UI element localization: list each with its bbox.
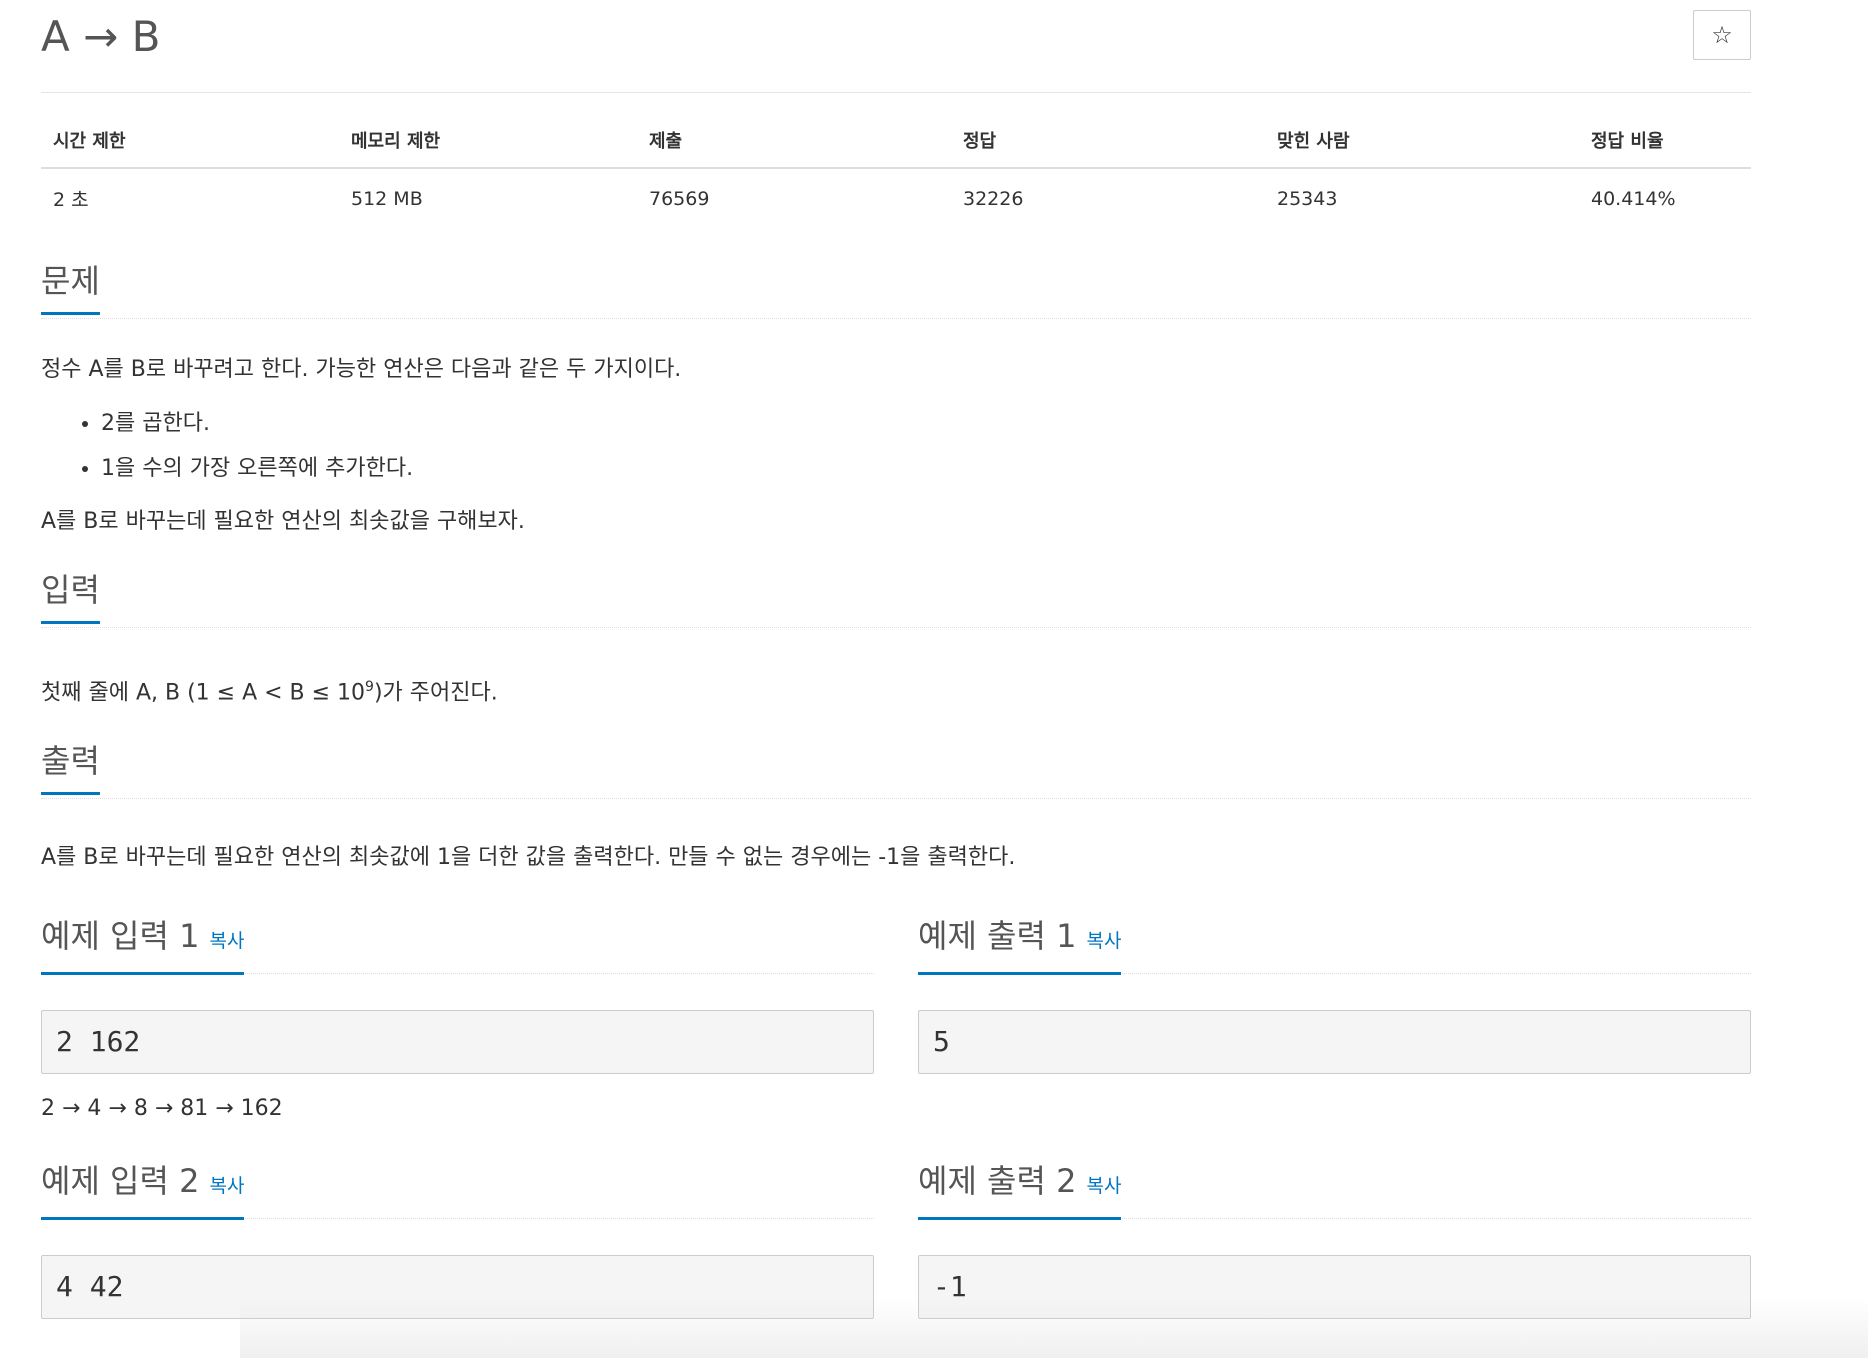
value-submissions: 76569 [649,187,710,210]
value-ratio: 40.414% [1591,187,1676,210]
value-solvers: 25343 [1277,187,1338,210]
copy-button[interactable]: 복사 [209,930,244,952]
input-description: 첫째 줄에 A, B (1 ≤ A < B ≤ 109)가 주어진다. [41,670,1751,710]
input-superscript: 9 [365,679,374,695]
sample-input-1-title: 예제 입력 1 [41,917,200,956]
copy-button[interactable]: 복사 [1086,930,1121,952]
sample-input-1-heading: 예제 입력 1 복사 [41,915,245,976]
description-outro: A를 B로 바꾸는데 필요한 연산의 최솟값을 구해보자. [41,509,525,534]
sample-output-2-box[interactable]: -1 [918,1255,1751,1320]
sample-output-2-title: 예제 출력 2 [918,1162,1077,1201]
copy-button[interactable]: 복사 [209,1175,244,1197]
sample-input-2-head: 예제 입력 2 복사 [41,1160,874,1221]
sample-output-1: 예제 출력 1 복사 5 [918,915,1751,1136]
sample-output-1-box[interactable]: 5 [918,1010,1751,1075]
list-item: 2를 곱한다. [101,401,1751,446]
copy-button[interactable]: 복사 [1086,1175,1121,1197]
sample-input-2-title: 예제 입력 2 [41,1162,200,1201]
sample-output-2-heading: 예제 출력 2 복사 [918,1160,1122,1221]
description-heading: 문제 [41,260,100,315]
star-button[interactable]: ☆ [1693,10,1751,60]
info-value-row: 2 초 512 MB 76569 32226 25343 40.414% [41,168,1751,212]
header-accepted: 정답 [951,127,1265,169]
description-body: 정수 A를 B로 바꾸려고 한다. 가능한 연산은 다음과 같은 두 가지이다.… [41,353,1751,539]
title-row: A → B ☆ [41,0,1751,93]
page-title: A → B [41,12,161,61]
header-time-limit: 시간 제한 [41,127,339,169]
input-text-after: )가 주어진다. [373,680,498,706]
sample-output-2: 예제 출력 2 복사 -1 [918,1160,1751,1320]
sample-input-2: 예제 입력 2 복사 4 42 [41,1160,874,1320]
sample-input-1-box[interactable]: 2 162 [41,1010,874,1075]
sample-output-2-head: 예제 출력 2 복사 [918,1160,1751,1221]
output-heading: 출력 [41,740,100,796]
description-section-head: 문제 [41,260,1751,319]
samples-row-1: 예제 입력 1 복사 2 162 2 → 4 → 8 → 81 → 162 예제 … [41,915,1751,1136]
problem-content: A → B ☆ 시간 제한 메모리 제한 제출 정답 맞힌 사람 정답 비율 2… [41,0,1751,1320]
value-memory-limit: 512 MB [351,187,423,210]
description-intro: 정수 A를 B로 바꾸려고 한다. 가능한 연산은 다음과 같은 두 가지이다. [41,357,682,382]
value-accepted: 32226 [963,187,1024,210]
samples-row-2: 예제 입력 2 복사 4 42 예제 출력 2 복사 -1 [41,1160,1751,1320]
sample-note-1: 2 → 4 → 8 → 81 → 162 [41,1096,283,1122]
header-ratio: 정답 비율 [1579,127,1751,169]
output-body: A를 B로 바꾸는데 필요한 연산의 최솟값에 1을 더한 값을 출력한다. 만… [41,841,1751,875]
sample-output-1-title: 예제 출력 1 [918,917,1077,956]
list-item: 1을 수의 가장 오른쪽에 추가한다. [101,446,1751,491]
input-section-head: 입력 [41,569,1751,628]
problem-page: A → B ☆ 시간 제한 메모리 제한 제출 정답 맞힌 사람 정답 비율 2… [0,0,1868,1358]
star-icon: ☆ [1711,21,1733,49]
value-time-limit: 2 초 [53,189,89,211]
info-header-row: 시간 제한 메모리 제한 제출 정답 맞힌 사람 정답 비율 [41,127,1751,169]
operation-list: 2를 곱한다. 1을 수의 가장 오른쪽에 추가한다. [41,401,1751,491]
sample-output-1-heading: 예제 출력 1 복사 [918,915,1122,976]
sample-input-2-heading: 예제 입력 2 복사 [41,1160,245,1221]
sample-input-1: 예제 입력 1 복사 2 162 2 → 4 → 8 → 81 → 162 [41,915,874,1136]
input-text-before: 첫째 줄에 A, B (1 ≤ A < B ≤ 10 [41,680,366,706]
sample-input-1-head: 예제 입력 1 복사 [41,915,874,976]
problem-info-table: 시간 제한 메모리 제한 제출 정답 맞힌 사람 정답 비율 2 초 512 M… [41,127,1751,212]
sample-input-2-box[interactable]: 4 42 [41,1255,874,1320]
input-heading: 입력 [41,569,100,624]
header-solvers: 맞힌 사람 [1265,127,1579,169]
sample-output-1-head: 예제 출력 1 복사 [918,915,1751,976]
input-body: 첫째 줄에 A, B (1 ≤ A < B ≤ 109)가 주어진다. [41,670,1751,710]
output-description: A를 B로 바꾸는데 필요한 연산의 최솟값에 1을 더한 값을 출력한다. 만… [41,845,1016,871]
header-submissions: 제출 [637,127,951,169]
header-memory-limit: 메모리 제한 [339,127,637,169]
output-section-head: 출력 [41,740,1751,800]
